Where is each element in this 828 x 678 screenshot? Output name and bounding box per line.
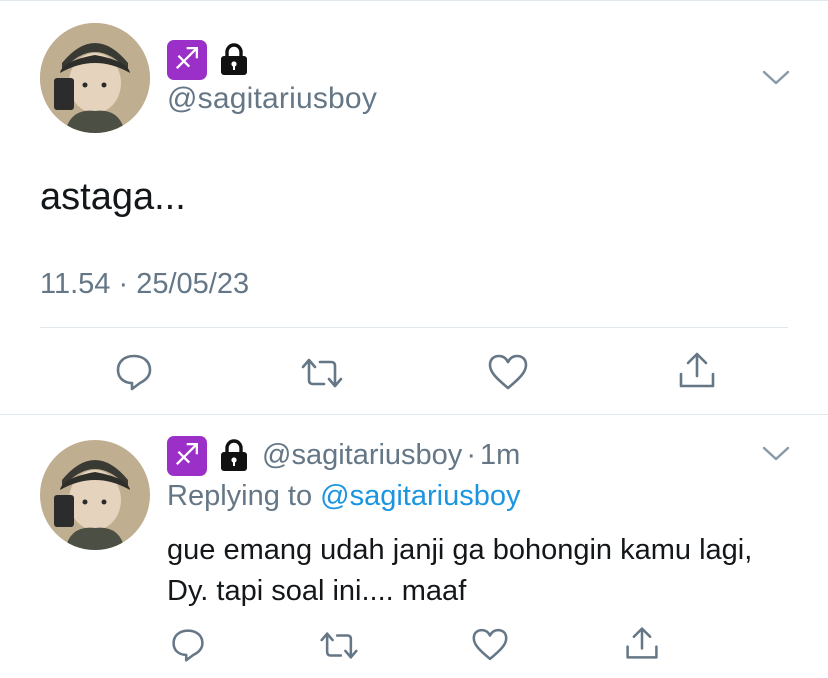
avatar-image [40, 23, 150, 133]
mention-link[interactable]: @sagitariusboy [320, 480, 520, 512]
meta-separator: · [466, 439, 476, 471]
avatar[interactable] [40, 23, 150, 133]
user-handle[interactable]: @sagitariusboy [262, 439, 462, 471]
divider [40, 327, 788, 328]
tweet-text: astaga... [40, 176, 186, 218]
lock-icon [221, 439, 247, 471]
user-handle[interactable]: @sagitariusboy [167, 82, 377, 116]
reply-text: gue emang udah janji ga bohongin kamu la… [167, 534, 753, 607]
like-icon[interactable] [488, 354, 528, 390]
sagittarius-badge: ♐ [167, 40, 207, 80]
reply-time[interactable]: 1m [480, 439, 520, 471]
sagittarius-glyph: ♐ [173, 42, 201, 77]
share-icon[interactable] [677, 350, 717, 390]
replying-prefix: Replying to [167, 480, 313, 512]
avatar[interactable] [40, 440, 150, 550]
sagittarius-glyph: ♐ [173, 438, 201, 473]
chevron-down-icon[interactable] [762, 70, 790, 86]
reply-icon[interactable] [114, 352, 154, 392]
like-icon[interactable] [472, 628, 508, 661]
retweet-icon[interactable] [318, 630, 360, 661]
avatar-image [40, 440, 150, 550]
reply-icon[interactable] [170, 627, 206, 663]
share-icon[interactable] [624, 625, 660, 661]
top-divider [0, 0, 828, 1]
retweet-icon[interactable] [299, 356, 345, 390]
tweet-timestamp[interactable]: 11.54 · 25/05/23 [40, 268, 249, 301]
lock-icon [221, 43, 247, 75]
replying-to-line: Replying to @sagitariusboy [167, 480, 520, 513]
reply-meta: @sagitariusboy · 1m [262, 439, 520, 472]
divider [0, 414, 828, 415]
chevron-down-icon[interactable] [762, 446, 790, 462]
sagittarius-badge: ♐ [167, 436, 207, 476]
